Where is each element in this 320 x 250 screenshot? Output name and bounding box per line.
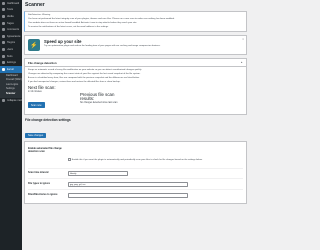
menu-icon: [2, 41, 5, 45]
setting-label: Enable automated file change detection s…: [28, 147, 62, 154]
sidebar-item[interactable]: Settings: [0, 59, 22, 66]
next-scan-time: in 12 minutes: [28, 90, 42, 93]
panel-text: A scan is scheduled every hour; files ar…: [28, 76, 140, 79]
previous-scan-card: Previous file scan results: No changes d…: [80, 92, 118, 105]
previous-scan-result: No changes detected since last scan: [80, 102, 118, 105]
sidebar-item-label: Collapse menu: [6, 99, 23, 103]
sidebar-item-label: Tools: [6, 54, 13, 58]
scan-interval-select[interactable]: Hourly: [68, 170, 128, 176]
main-content: Scanner SiteDetective: Warning You have …: [24, 0, 247, 204]
menu-icon: [2, 1, 5, 5]
file-change-panel: File change detection ▲ Keeps an automat…: [24, 58, 247, 115]
menu-icon: [2, 21, 5, 25]
rocket-icon: ⚡: [28, 39, 40, 52]
sidebar-item-label: Dashboard: [6, 1, 20, 5]
panel-header[interactable]: File change detection ▲: [25, 59, 246, 68]
sidebar-subitem[interactable]: Scanner: [0, 92, 22, 97]
collapse-menu-button[interactable]: Collapse menu: [0, 98, 22, 105]
notice-text: You have not performed the latest integr…: [28, 18, 175, 20]
close-icon[interactable]: ×: [242, 37, 244, 41]
sidebar-item[interactable]: Comments: [0, 26, 22, 33]
menu-icon: [2, 61, 5, 65]
panel-text: Changes are detected by comparing the cu…: [28, 73, 141, 76]
sidebar-item-label: Plugins: [6, 41, 16, 45]
panel-text: If you find unexpected changes, review t…: [28, 80, 121, 83]
sidebar-item[interactable]: Plugins: [0, 40, 22, 47]
setting-label: Scan time interval: [28, 170, 49, 174]
setting-row-enable: Enable automated file change detection s…: [28, 145, 243, 168]
ignore-filetypes-field[interactable]: jpg, png, gif, ico: [68, 181, 188, 187]
warning-notice: SiteDetective: Warning You have not perf…: [24, 11, 247, 33]
menu-icon: [2, 28, 5, 32]
setting-label: Files/Directories to ignore: [28, 192, 58, 196]
admin-sidebar: Dashboard Posts Media Pages Comments Appearan…: [0, 0, 22, 250]
menu-icon: [2, 8, 5, 12]
promo-banner: ⚡ Speed up your site Try our optimizatio…: [24, 35, 247, 56]
sidebar-item-label: Appearance: [6, 34, 21, 38]
settings-form: Enable automated file change detection s…: [24, 140, 247, 204]
next-scan-card: Next file scan: in 12 minutes Scan now: [28, 85, 74, 111]
notice-text: To receive the notifications of the late…: [28, 26, 109, 28]
sidebar-item[interactable]: Appearance: [0, 33, 22, 40]
sidebar-item-label: Settings: [6, 61, 16, 65]
setting-row-filetypes: File types to ignore jpg, png, gif, ico: [28, 178, 243, 189]
collapse-icon: [2, 99, 5, 103]
scan-now-button[interactable]: Scan now: [28, 102, 45, 109]
menu-icon: [2, 34, 5, 38]
sidebar-item[interactable]: Media: [0, 13, 22, 20]
setting-row-interval: Scan time interval Hourly: [28, 167, 243, 179]
setting-label: File types to ignore: [28, 181, 50, 185]
sidebar-submenu: Dashboard Firewall (WAF) Last Logins Settin…: [0, 72, 22, 98]
promo-title: Speed up your site: [44, 39, 82, 45]
sidebar-item[interactable]: Users: [0, 46, 22, 53]
ignore-files-field[interactable]: [68, 192, 188, 198]
setting-row-files: Files/Directories to ignore: [28, 189, 243, 200]
sidebar-item-label: Sucuri: [6, 67, 14, 71]
enable-scan-checkbox[interactable]: [68, 158, 71, 161]
sidebar-item[interactable]: Posts: [0, 7, 22, 14]
panel-title: File change detection: [28, 60, 57, 65]
menu-icon: [2, 54, 5, 58]
sidebar-item-label: Pages: [6, 21, 14, 25]
sidebar-item[interactable]: Dashboard: [0, 0, 22, 7]
sidebar-item[interactable]: Tools: [0, 53, 22, 60]
settings-title: File change detection settings: [25, 117, 71, 122]
sidebar-item[interactable]: Sucuri: [0, 65, 22, 73]
menu-icon: [2, 14, 5, 18]
notice-text: Your website does not have an active fir…: [28, 22, 137, 24]
sidebar-item-label: Media: [6, 14, 14, 18]
sidebar-item[interactable]: Pages: [0, 20, 22, 27]
page-title: Scanner: [25, 2, 45, 8]
setting-description: Enable this if you want the plugin to au…: [71, 159, 203, 162]
sidebar-item-label: Comments: [6, 28, 20, 32]
notice-heading: SiteDetective: Warning: [28, 14, 51, 16]
menu-icon: [2, 47, 5, 51]
collapse-icon[interactable]: ▲: [240, 61, 243, 65]
promo-text: Try our optimization plugin and reduce t…: [44, 45, 161, 48]
menu-icon: [2, 67, 5, 71]
scan-status: Next file scan: in 12 minutes Scan now P…: [28, 85, 243, 111]
save-changes-button[interactable]: Save changes: [25, 132, 47, 138]
sidebar-item-label: Users: [6, 47, 14, 51]
sidebar-item-label: Posts: [6, 8, 14, 12]
